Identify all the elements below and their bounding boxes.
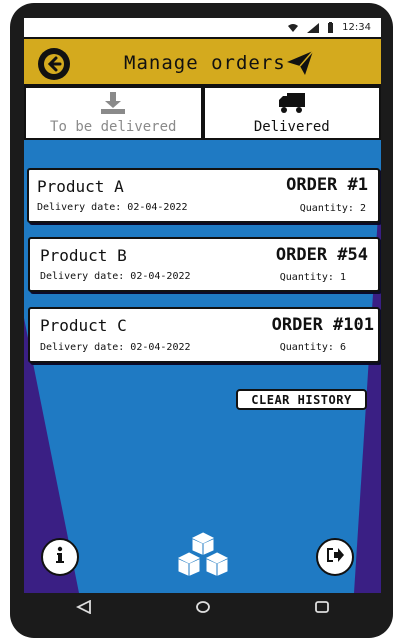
order-card[interactable]: Product B Delivery date: 02-04-2022 ORDE…	[28, 237, 380, 292]
tab-to-be-delivered[interactable]: To be delivered	[24, 86, 203, 140]
order-quantity: Quantity: 1	[279, 272, 346, 283]
order-number: ORDER #101	[271, 315, 374, 335]
page-title: Manage orders	[124, 52, 286, 74]
nav-home-icon[interactable]	[195, 599, 211, 618]
app-header: Manage orders	[24, 37, 381, 86]
logout-icon	[325, 546, 345, 568]
order-number: ORDER #1	[286, 175, 368, 195]
signal-icon	[307, 22, 320, 33]
nav-back-icon[interactable]	[75, 599, 92, 618]
paper-plane-icon[interactable]	[286, 50, 314, 80]
system-nav-bar	[24, 593, 381, 623]
order-number: ORDER #54	[275, 245, 368, 265]
status-time: 12:34	[342, 22, 371, 33]
order-tabs: To be delivered Delivered	[24, 86, 381, 140]
order-card[interactable]: Product C Delivery date: 02-04-2022 ORDE…	[28, 307, 380, 363]
info-button[interactable]	[41, 538, 79, 576]
product-name: Product C	[40, 316, 127, 335]
battery-icon	[327, 22, 334, 33]
product-name: Product B	[40, 246, 127, 265]
order-quantity: Quantity: 6	[279, 342, 346, 353]
tab-label-delivered: Delivered	[253, 119, 330, 135]
truck-icon	[278, 91, 306, 115]
logout-button[interactable]	[316, 538, 354, 576]
info-icon	[54, 546, 66, 568]
status-bar: 12:34	[24, 18, 381, 37]
back-arrow-icon[interactable]	[38, 48, 70, 80]
tab-label-to-be-delivered: To be delivered	[50, 119, 177, 135]
nav-recents-icon[interactable]	[314, 599, 330, 618]
wifi-icon	[287, 23, 299, 33]
order-card[interactable]: Product A Delivery date: 02-04-2022 ORDE…	[27, 168, 380, 223]
tab-delivered[interactable]: Delivered	[202, 86, 381, 140]
app-screen: 12:34 Manage orders To be delivered Deli…	[24, 18, 381, 593]
download-tray-icon	[100, 91, 126, 115]
boxes-icon[interactable]	[176, 532, 230, 580]
delivery-date: Delivery date: 02-04-2022	[40, 271, 191, 282]
delivery-date: Delivery date: 02-04-2022	[40, 342, 191, 353]
order-quantity: Quantity: 2	[299, 203, 366, 214]
product-name: Product A	[37, 177, 124, 196]
delivery-date: Delivery date: 02-04-2022	[37, 202, 188, 213]
clear-history-button[interactable]: CLEAR HISTORY	[236, 389, 367, 410]
